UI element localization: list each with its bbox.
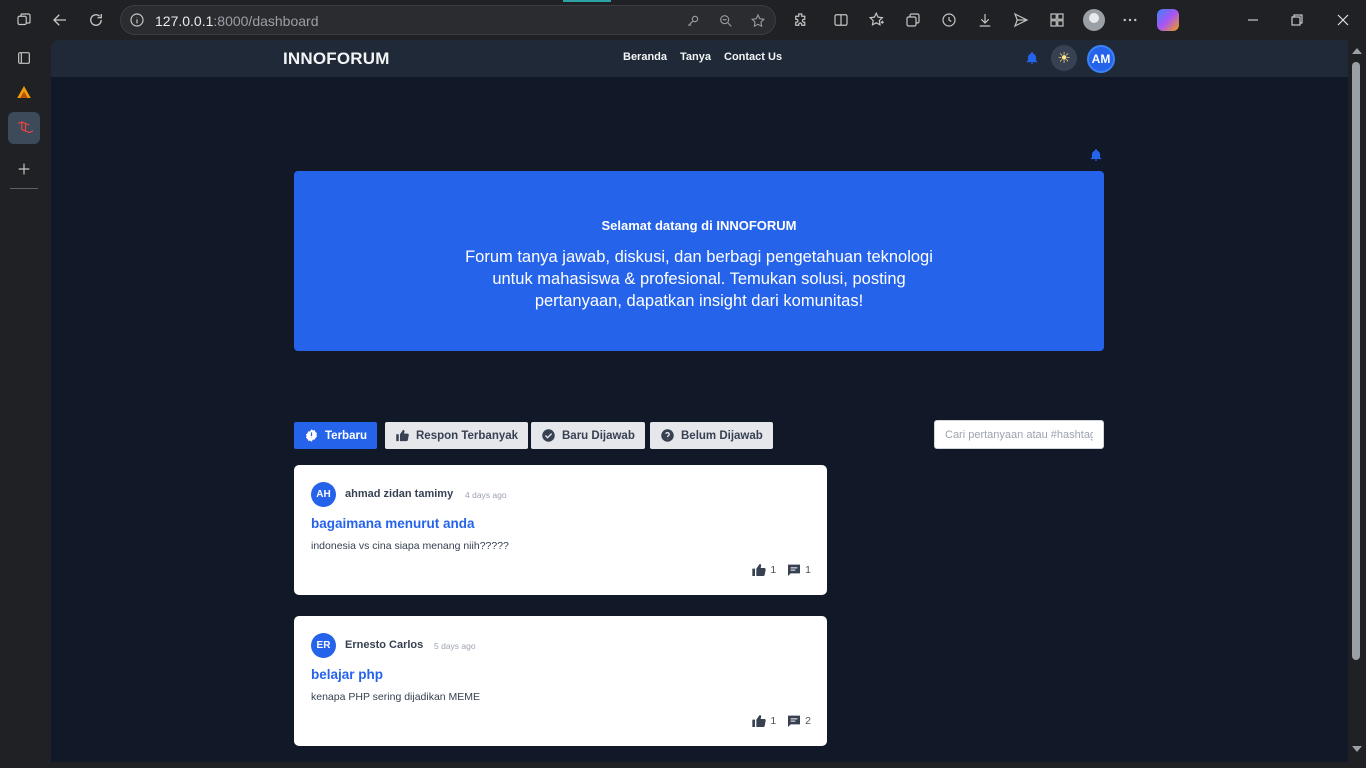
question-title[interactable]: belajar php bbox=[311, 667, 383, 682]
zoom-icon[interactable] bbox=[716, 11, 736, 31]
comment-stat[interactable]: 1 bbox=[786, 562, 811, 578]
nav-link-beranda[interactable]: Beranda bbox=[623, 51, 667, 63]
question-body: indonesia vs cina siapa menang niih????? bbox=[311, 540, 509, 552]
restore-icon[interactable] bbox=[1274, 8, 1320, 32]
hero-description: Forum tanya jawab, diskusi, dan berbagi … bbox=[465, 248, 933, 310]
tab-laravel-icon[interactable] bbox=[8, 112, 40, 144]
favorites-icon[interactable] bbox=[865, 8, 889, 32]
scroll-up-arrow[interactable] bbox=[1352, 48, 1362, 54]
comment-count: 1 bbox=[805, 564, 811, 576]
like-stat[interactable]: 1 bbox=[751, 713, 776, 729]
share-icon[interactable] bbox=[1009, 8, 1033, 32]
downloads-icon[interactable] bbox=[973, 8, 997, 32]
history-icon[interactable] bbox=[937, 8, 961, 32]
search-input[interactable] bbox=[934, 420, 1104, 449]
author-avatar[interactable]: AH bbox=[311, 482, 336, 507]
site-navbar: INNOFORUM Beranda Tanya Contact Us ☀ AM bbox=[51, 40, 1348, 77]
scroll-down-arrow[interactable] bbox=[1352, 746, 1362, 752]
collections-icon[interactable] bbox=[901, 8, 925, 32]
site-brand[interactable]: INNOFORUM bbox=[283, 49, 390, 69]
url-text[interactable]: 127.0.0.1:8000/dashboard bbox=[155, 13, 318, 29]
thumbs-up-icon bbox=[396, 429, 409, 442]
question-card[interactable]: ER Ernesto Carlos 5 days ago belajar php… bbox=[294, 616, 827, 746]
check-circle-icon bbox=[542, 429, 555, 442]
post-time: 4 days ago bbox=[465, 490, 507, 500]
minimize-icon[interactable] bbox=[1230, 8, 1276, 32]
comment-icon bbox=[788, 715, 801, 727]
filter-label: Baru Dijawab bbox=[562, 429, 635, 442]
nav-link-tanya[interactable]: Tanya bbox=[680, 51, 711, 63]
comment-stat[interactable]: 2 bbox=[786, 713, 811, 729]
comment-count: 2 bbox=[805, 715, 811, 727]
welcome-hero: Selamat datang di INNOFORUM Forum tanya … bbox=[294, 171, 1104, 351]
floating-bell-icon[interactable] bbox=[1089, 148, 1103, 162]
tab-favicon-icon[interactable] bbox=[8, 76, 40, 108]
nav-links: Beranda Tanya Contact Us bbox=[623, 51, 782, 63]
tab-actions-icon[interactable] bbox=[8, 42, 40, 74]
refresh-icon[interactable] bbox=[84, 8, 108, 32]
address-bar[interactable]: 127.0.0.1:8000/dashboard bbox=[120, 5, 776, 35]
back-icon[interactable] bbox=[48, 8, 72, 32]
close-window-icon[interactable] bbox=[1320, 8, 1366, 32]
nav-link-contact[interactable]: Contact Us bbox=[724, 51, 782, 63]
question-stats: 1 1 bbox=[751, 562, 811, 578]
extensions-icon[interactable] bbox=[789, 8, 813, 32]
site-info-icon[interactable] bbox=[129, 12, 145, 28]
key-icon[interactable] bbox=[683, 11, 703, 31]
like-count: 1 bbox=[770, 564, 777, 576]
window-bottom-edge bbox=[0, 762, 1366, 768]
thumbs-up-icon bbox=[752, 564, 766, 577]
filter-label: Belum Dijawab bbox=[681, 429, 763, 442]
question-stats: 1 2 bbox=[751, 713, 811, 729]
question-card[interactable]: AH ahmad zidan tamimy 4 days ago bagaima… bbox=[294, 465, 827, 595]
vertical-tabs-sidebar bbox=[0, 40, 48, 768]
browser-toolbar: 127.0.0.1:8000/dashboard bbox=[0, 0, 1366, 40]
sidebar-divider bbox=[10, 188, 38, 189]
question-circle-icon bbox=[661, 429, 674, 442]
copilot-icon[interactable] bbox=[1157, 9, 1179, 31]
page-scrollbar[interactable] bbox=[1348, 40, 1366, 762]
hero-title: Selamat datang di INNOFORUM bbox=[601, 218, 797, 233]
filter-respon-terbanyak[interactable]: Respon Terbanyak bbox=[385, 422, 529, 449]
author-name[interactable]: Ernesto Carlos bbox=[345, 639, 423, 651]
thumbs-up-icon bbox=[752, 715, 766, 728]
author-name[interactable]: ahmad zidan tamimy bbox=[345, 488, 453, 500]
theme-toggle-button[interactable]: ☀ bbox=[1051, 45, 1077, 71]
question-title[interactable]: bagaimana menurut anda bbox=[311, 516, 475, 531]
scrollbar-thumb[interactable] bbox=[1352, 62, 1360, 660]
comment-icon bbox=[788, 564, 801, 576]
author-avatar[interactable]: ER bbox=[311, 633, 336, 658]
notification-bell-icon[interactable] bbox=[1025, 51, 1039, 65]
badge-icon bbox=[306, 429, 317, 442]
tab-indicator bbox=[563, 0, 611, 2]
filter-label: Terbaru bbox=[325, 429, 367, 442]
split-screen-icon[interactable] bbox=[829, 8, 853, 32]
apps-icon[interactable] bbox=[1045, 8, 1069, 32]
filter-belum-dijawab[interactable]: Belum Dijawab bbox=[650, 422, 773, 449]
profile-avatar-icon[interactable] bbox=[1083, 9, 1105, 31]
filter-label: Respon Terbanyak bbox=[416, 429, 519, 442]
post-time: 5 days ago bbox=[434, 641, 476, 651]
favorite-star-icon[interactable] bbox=[748, 11, 768, 31]
filter-terbaru[interactable]: Terbaru bbox=[294, 422, 377, 449]
like-count: 1 bbox=[770, 715, 777, 727]
like-stat[interactable]: 1 bbox=[751, 562, 776, 578]
user-avatar-button[interactable]: AM bbox=[1087, 45, 1115, 73]
question-body: kenapa PHP sering dijadikan MEME bbox=[311, 691, 481, 703]
new-tab-icon[interactable] bbox=[8, 153, 40, 185]
workspaces-icon[interactable] bbox=[12, 8, 36, 32]
more-menu-icon[interactable] bbox=[1118, 8, 1142, 32]
sun-icon: ☀ bbox=[1057, 50, 1071, 67]
page-viewport: INNOFORUM Beranda Tanya Contact Us ☀ AM … bbox=[51, 40, 1348, 762]
filter-baru-dijawab[interactable]: Baru Dijawab bbox=[531, 422, 645, 449]
